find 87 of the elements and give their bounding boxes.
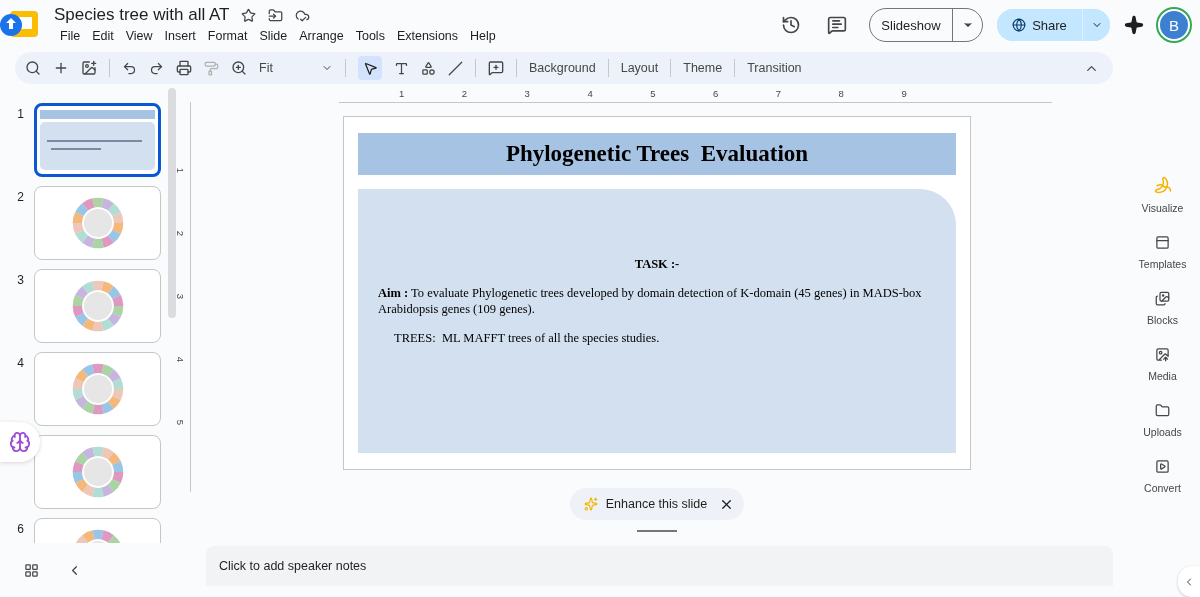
select-tool[interactable] <box>358 56 382 80</box>
zoom-icon[interactable] <box>231 60 247 76</box>
ruler-number: 3 <box>524 88 530 99</box>
toolbar-button[interactable]: Background <box>529 61 596 75</box>
star-icon[interactable] <box>241 7 257 23</box>
toolbar-button[interactable]: Transition <box>747 61 802 75</box>
line-icon[interactable] <box>448 60 463 76</box>
side-panel-button[interactable]: Uploads <box>1143 403 1182 438</box>
aim-paragraph: Aim : To evaluate Phylogenetic trees developed by domain detection of K-domain (45 genes) in MADS-box Arabidopsis genes (109 genes). <box>378 286 923 318</box>
side-panel-button[interactable]: Visualize <box>1141 176 1184 214</box>
menu-item[interactable]: Edit <box>86 27 120 45</box>
menu-item[interactable]: Slide <box>253 27 294 45</box>
search-icon[interactable] <box>25 60 41 76</box>
slide-thumbnail[interactable] <box>34 269 161 343</box>
sparkles-icon <box>583 497 598 511</box>
document-title: Species tree with all AT <box>54 5 230 25</box>
slide-number: 6 <box>16 521 24 536</box>
brain-icon <box>9 431 31 453</box>
add-comment-icon[interactable] <box>488 60 504 76</box>
menu-item[interactable]: Insert <box>158 27 202 45</box>
toolbar-button[interactable]: Theme <box>683 61 723 75</box>
toolbar-button[interactable]: Layout <box>620 61 659 75</box>
ruler-number: 1 <box>175 167 187 174</box>
ruler-number: 4 <box>175 356 187 363</box>
side-panel-button[interactable]: Media <box>1148 347 1177 382</box>
menu-item[interactable]: Arrange <box>293 27 350 45</box>
side-panel-button[interactable]: Templates <box>1138 235 1187 270</box>
slide-title: Phylogenetic Trees Evaluation <box>358 133 956 175</box>
cloud-check-icon[interactable] <box>295 7 311 23</box>
shapes-icon[interactable] <box>421 60 436 76</box>
ruler-number: 1 <box>399 88 405 99</box>
ruler-number: 6 <box>713 88 719 99</box>
banana-icon <box>1153 176 1172 194</box>
ruler-number: 3 <box>175 293 187 300</box>
move-folder-icon[interactable] <box>268 7 284 23</box>
task-heading: TASK :- <box>633 257 681 272</box>
slide-thumbnail[interactable] <box>34 435 161 509</box>
slideshow-button[interactable]: Slideshow <box>870 9 952 41</box>
folder-icon <box>1155 403 1170 418</box>
ruler-number: 4 <box>587 88 593 99</box>
speaker-notes-field[interactable]: Click to add speaker notes <box>206 546 1113 586</box>
grid-view-icon[interactable] <box>24 563 39 578</box>
zoom-dropdown[interactable]: Fit <box>259 61 309 75</box>
menu-item[interactable]: Extensions <box>390 27 465 45</box>
ruler-number: 2 <box>175 230 187 237</box>
image-icon <box>1155 347 1170 362</box>
undo-icon[interactable] <box>122 60 137 76</box>
print-icon[interactable] <box>176 60 192 76</box>
slide-number: 3 <box>16 272 24 287</box>
side-panel-button[interactable]: Convert <box>1144 459 1181 494</box>
slide-thumbnail[interactable] <box>34 186 161 260</box>
menu-item[interactable]: View <box>119 27 159 45</box>
slide-number: 2 <box>16 189 24 204</box>
slide-number: 1 <box>16 106 24 121</box>
comment-icon[interactable] <box>827 15 847 35</box>
ruler-number: 7 <box>775 88 782 99</box>
ruler-number: 5 <box>650 88 656 99</box>
side-panel-button[interactable]: Blocks <box>1147 291 1178 326</box>
scrollbar[interactable] <box>168 88 176 318</box>
enhance-label: Enhance this slide <box>605 497 708 511</box>
resize-handle[interactable] <box>637 530 677 532</box>
template-icon <box>1155 235 1170 250</box>
redo-icon[interactable] <box>149 60 164 76</box>
play-icon <box>1155 459 1170 474</box>
menu-item[interactable]: Tools <box>349 27 391 45</box>
slide-thumbnail[interactable] <box>34 352 161 426</box>
globe-icon <box>1012 18 1027 32</box>
menu-item[interactable]: Help <box>464 27 502 45</box>
account-avatar[interactable]: B <box>1158 9 1190 41</box>
ruler-number: 2 <box>461 88 468 99</box>
history-icon[interactable] <box>781 15 801 35</box>
enhance-button[interactable]: Enhance this slide <box>569 488 745 520</box>
menu-item[interactable]: File <box>54 27 87 45</box>
plus-icon[interactable] <box>53 60 69 76</box>
cursor-icon <box>362 60 378 76</box>
sparkle-icon[interactable] <box>1124 15 1144 35</box>
images-icon <box>1155 291 1170 306</box>
share-label: Share <box>1032 17 1067 33</box>
slide-number: 4 <box>16 355 24 370</box>
trees-text: TREES: ML MAFFT trees of all the species studies. <box>393 331 661 347</box>
text-box-icon[interactable] <box>394 60 409 76</box>
ruler-number: 9 <box>901 88 907 99</box>
ruler-number: 8 <box>838 88 844 99</box>
brain-button[interactable] <box>0 422 40 462</box>
new-slide-icon[interactable] <box>81 60 97 76</box>
menu-item[interactable]: Format <box>201 27 254 45</box>
ruler-number: 5 <box>175 419 187 426</box>
